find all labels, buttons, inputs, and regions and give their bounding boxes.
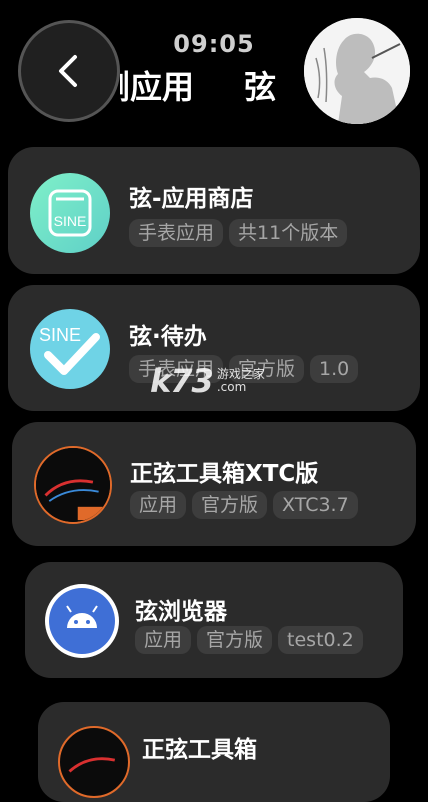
app-name: 正弦工具箱XTC版 xyxy=(130,461,319,487)
page-title: 浏应用 弦 xyxy=(120,62,310,102)
back-button[interactable] xyxy=(18,20,120,122)
android-icon xyxy=(45,584,119,658)
app-card-todo[interactable]: SINE 弦·待办 手表应用 官方版 1.0 xyxy=(8,285,420,411)
app-tags: 应用 官方版 XTC3.7 xyxy=(130,491,410,519)
sine-todo-icon: SINE xyxy=(30,309,110,389)
tag: test0.2 xyxy=(278,626,363,654)
app-name: 弦·待办 xyxy=(129,324,207,350)
tag: 官方版 xyxy=(192,491,268,519)
tag: 手表应用 xyxy=(129,219,224,247)
app-card-toolbox-xtc[interactable]: 正弦工具箱XTC版 应用 官方版 XTC3.7 xyxy=(12,422,416,546)
chevron-left-icon xyxy=(59,55,77,87)
svg-text:SINE: SINE xyxy=(39,325,81,345)
app-tags: 应用 官方版 test0.2 xyxy=(135,626,395,654)
app-tags: 手表应用 共11个版本 xyxy=(129,219,409,247)
tag: 应用 xyxy=(135,626,192,654)
tag: 1.0 xyxy=(310,355,359,383)
tag: 官方版 xyxy=(229,355,305,383)
app-card-browser[interactable]: 弦浏览器 应用 官方版 test0.2 xyxy=(25,562,403,678)
app-name: 正弦工具箱 xyxy=(142,737,257,763)
svg-text:SINE: SINE xyxy=(54,213,87,229)
app-card-toolbox[interactable]: 正弦工具箱 xyxy=(38,702,390,802)
tag: 手表应用 xyxy=(129,355,224,383)
page-title-right: 弦 xyxy=(244,68,277,102)
app-tags: 手表应用 官方版 1.0 xyxy=(129,355,409,383)
avatar[interactable] xyxy=(304,18,410,124)
toolbox-icon xyxy=(58,726,130,798)
toolbox-xtc-icon xyxy=(34,446,112,524)
tag: 共11个版本 xyxy=(229,219,348,247)
app-card-store[interactable]: SINE 弦-应用商店 手表应用 共11个版本 xyxy=(8,147,420,274)
tag: 官方版 xyxy=(197,626,273,654)
avatar-illustration xyxy=(304,18,410,124)
page-title-left: 浏应用 xyxy=(120,68,195,102)
tag: XTC3.7 xyxy=(273,491,358,519)
sine-store-icon: SINE xyxy=(30,173,110,253)
tag: 应用 xyxy=(130,491,187,519)
app-name: 弦浏览器 xyxy=(135,599,227,625)
app-name: 弦-应用商店 xyxy=(129,186,254,212)
